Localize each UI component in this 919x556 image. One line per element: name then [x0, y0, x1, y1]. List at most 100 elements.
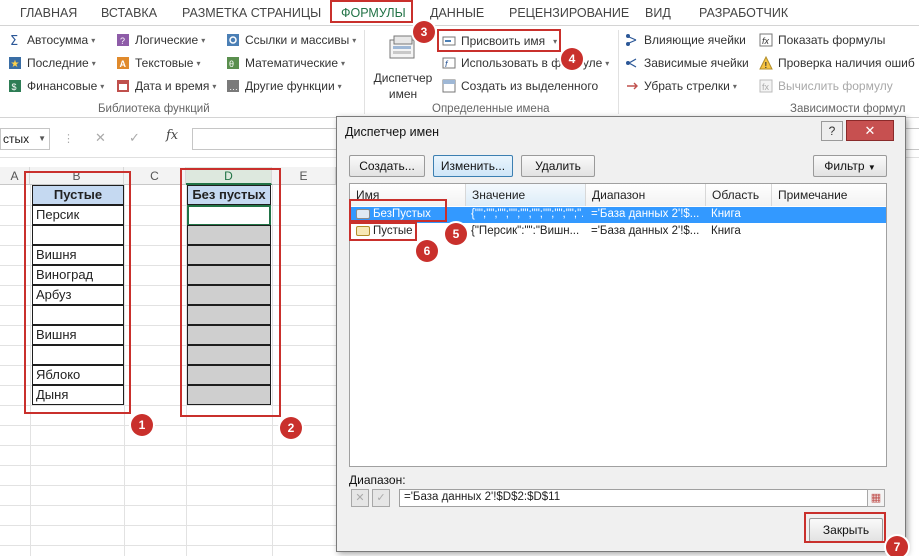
range-label: Диапазон:	[349, 473, 406, 487]
autosum-button[interactable]: Σ Автосумма ▾	[8, 30, 95, 50]
create-from-selection-button[interactable]: Создать из выделенного	[442, 76, 598, 96]
insert-function-icon[interactable]: fx	[166, 128, 178, 143]
tab-page-layout[interactable]: РАЗМЕТКА СТРАНИЦЫ	[182, 6, 321, 20]
grid-row-line	[0, 485, 336, 486]
column-header-value[interactable]: Значение	[466, 184, 586, 206]
annotation-box-pustye	[349, 222, 417, 241]
text-label: Текстовые	[135, 56, 194, 70]
create-button[interactable]: Создать...	[349, 155, 425, 177]
confirm-icon[interactable]: ✓	[372, 489, 390, 507]
star-icon: ★	[9, 57, 21, 70]
filter-button[interactable]: Фильтр ▼	[813, 155, 887, 177]
name-box[interactable]: стых ▼	[0, 128, 50, 150]
row-range: ='База данных 2'!$...	[591, 208, 700, 220]
use-in-formula-icon: f	[442, 57, 456, 69]
remove-arrows-label: Убрать стрелки	[644, 79, 730, 93]
function-library-label: Библиотека функций	[98, 103, 210, 115]
logical-button[interactable]: ? Логические ▾	[116, 30, 205, 50]
recent-button[interactable]: ★ Последние ▾	[8, 53, 96, 73]
annotation-badge-5: 5	[445, 223, 467, 245]
column-header-range[interactable]: Диапазон	[586, 184, 706, 206]
help-button[interactable]: ?	[821, 121, 843, 141]
datetime-button[interactable]: Дата и время ▾	[116, 76, 216, 96]
annotation-box-close	[804, 512, 886, 543]
tab-data[interactable]: ДАННЫЕ	[430, 6, 484, 20]
tab-home[interactable]: ГЛАВНАЯ	[20, 6, 77, 20]
column-header-c[interactable]: C	[124, 167, 186, 185]
trace-precedents-label: Влияющие ячейки	[644, 33, 746, 47]
logical-label: Логические	[135, 33, 199, 47]
remove-arrows-button[interactable]: Убрать стрелки ▾	[625, 76, 737, 96]
logical-book-icon: ?	[117, 34, 129, 46]
trace-dependents-button[interactable]: Зависимые ячейки	[625, 53, 749, 73]
trace-precedents-icon	[626, 34, 637, 46]
annotation-badge-2: 2	[280, 417, 302, 439]
annotation-box-column-b	[24, 171, 131, 414]
formula-bar-grip-icon: ⋮	[63, 133, 74, 145]
column-header-scope[interactable]: Область	[706, 184, 772, 206]
names-list[interactable]: Имя Значение Диапазон Область Примечание…	[349, 183, 887, 467]
name-row-pustye[interactable]: Пустые {"Персик":"":"Вишн... ='База данн…	[351, 224, 886, 240]
evaluate-formula-label: Вычислить формулу	[778, 79, 893, 93]
edit-button[interactable]: Изменить...	[433, 155, 513, 177]
chevron-down-icon[interactable]: ▼	[38, 134, 46, 143]
use-in-formula-button[interactable]: f Использовать в формуле ▾	[442, 53, 609, 73]
recent-label: Последние	[27, 56, 89, 70]
financial-button[interactable]: $ Финансовые ▾	[8, 76, 104, 96]
delete-button[interactable]: Удалить	[521, 155, 595, 177]
defined-names-label: Определенные имена	[432, 103, 550, 115]
math-button[interactable]: θ Математические ▾	[226, 53, 345, 73]
filter-label: Фильтр	[824, 159, 865, 173]
row-scope: Книга	[711, 208, 741, 220]
annotation-badge-1: 1	[131, 414, 153, 436]
annotation-box-bezpustyh	[349, 199, 447, 222]
lookup-button[interactable]: Ссылки и массивы ▾	[226, 30, 356, 50]
column-header-note[interactable]: Примечание	[772, 184, 886, 206]
row-value: {"Персик":"":"Вишн...	[471, 225, 580, 237]
range-input[interactable]: ='База данных 2'!$D$2:$D$11	[399, 489, 885, 507]
calendar-icon	[117, 80, 129, 92]
column-header-e[interactable]: E	[272, 167, 336, 185]
annotation-badge-4: 4	[561, 48, 583, 70]
svg-text:★: ★	[11, 59, 20, 70]
tab-view[interactable]: ВИД	[645, 6, 671, 20]
text-button[interactable]: A Текстовые ▾	[116, 53, 200, 73]
trace-precedents-button[interactable]: Влияющие ячейки	[625, 30, 746, 50]
name-box-value: стых	[3, 132, 30, 146]
trace-dependents-icon	[626, 58, 637, 68]
group-separator	[364, 30, 365, 114]
formula-auditing-label: Зависимости формул	[790, 103, 906, 115]
more-functions-label: Другие функции	[245, 79, 335, 93]
close-icon[interactable]: ✕	[846, 120, 894, 141]
show-formulas-label: Показать формулы	[778, 33, 886, 47]
financial-book-icon: $	[9, 80, 21, 92]
svg-text:Σ: Σ	[10, 34, 18, 47]
annotation-box-assign-name	[437, 29, 561, 52]
cancel-icon[interactable]: ✕	[351, 489, 369, 507]
annotation-badge-6: 6	[416, 240, 438, 262]
tab-insert[interactable]: ВСТАВКА	[101, 6, 157, 20]
collapse-dialog-icon[interactable]: ▦	[867, 489, 885, 507]
show-formulas-button[interactable]: fx Показать формулы	[759, 30, 885, 50]
cancel-icon[interactable]: ✕	[95, 130, 106, 146]
tab-review[interactable]: РЕЦЕНЗИРОВАНИЕ	[509, 6, 629, 20]
evaluate-formula-icon: fx	[759, 79, 773, 93]
grid-row-line	[0, 465, 336, 466]
svg-text:θ: θ	[229, 59, 234, 69]
grid-row-line	[0, 445, 336, 446]
more-functions-icon: …	[227, 80, 239, 92]
text-book-icon: A	[117, 57, 129, 69]
enter-icon[interactable]: ✓	[129, 130, 140, 146]
annotation-badge-7: 7	[886, 536, 908, 556]
autosum-label: Автосумма	[27, 33, 89, 47]
lookup-book-icon	[227, 34, 239, 46]
svg-text:…: …	[229, 82, 238, 92]
more-functions-button[interactable]: … Другие функции ▾	[226, 76, 342, 96]
error-checking-button[interactable]: ! Проверка наличия ошиб	[759, 53, 915, 73]
annotation-box-formulas-tab	[330, 0, 413, 23]
tab-developer[interactable]: РАЗРАБОТЧИК	[699, 6, 788, 20]
evaluate-formula-button[interactable]: fx Вычислить формулу	[759, 76, 893, 96]
name-manager-label-2: имен	[388, 87, 418, 101]
name-manager-dialog: Диспетчер имен ? ✕ Создать... Изменить..…	[336, 116, 906, 552]
name-manager-button[interactable]: Диспетчер имен	[372, 34, 434, 102]
